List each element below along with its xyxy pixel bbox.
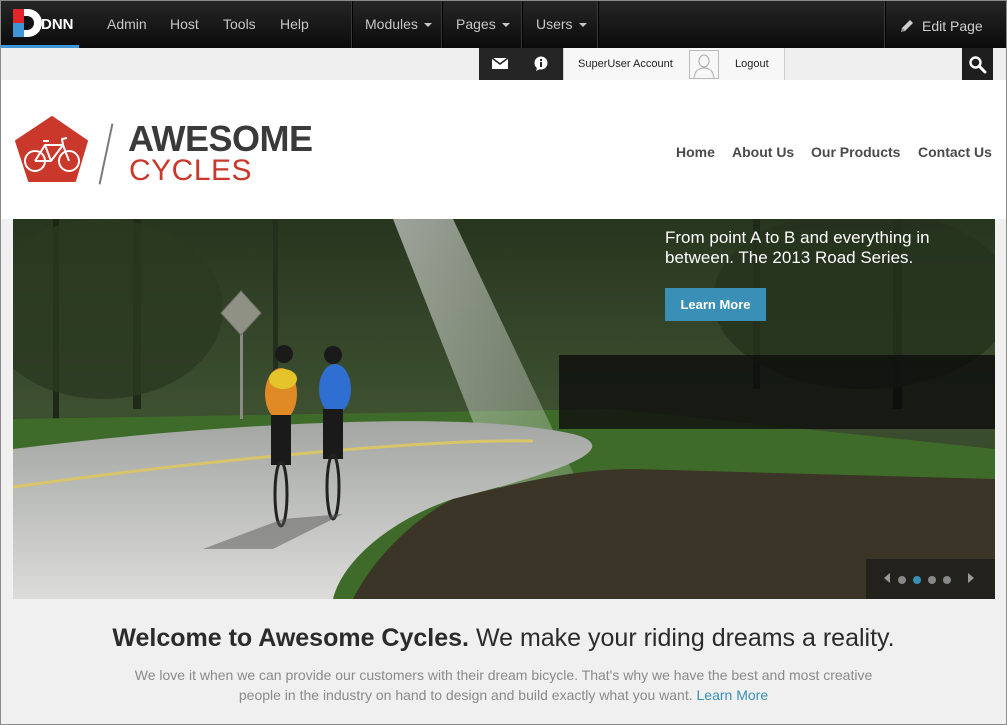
edit-page-label: Edit Page — [922, 18, 983, 34]
divider — [441, 1, 442, 48]
divider — [351, 1, 352, 48]
welcome-heading: Welcome to Awesome Cycles. We make your … — [1, 624, 1006, 653]
menu-modules[interactable]: Modules — [365, 1, 432, 48]
slide-dot-4[interactable] — [943, 576, 951, 584]
avatar[interactable] — [689, 50, 719, 79]
control-bar: DNN Admin Host Tools Help Modules Pages … — [1, 1, 1006, 48]
logout-link[interactable]: Logout — [735, 48, 769, 80]
chevron-left-icon[interactable] — [884, 573, 890, 583]
menu-users-label: Users — [536, 16, 573, 32]
welcome-learn-more-link[interactable]: Learn More — [697, 687, 769, 703]
dnn-logo[interactable]: DNN — [11, 7, 77, 43]
welcome-title-bold: Welcome to Awesome Cycles. — [112, 624, 469, 652]
menu-admin[interactable]: Admin — [107, 1, 147, 48]
menu-pages[interactable]: Pages — [456, 1, 510, 48]
messages-button[interactable] — [479, 48, 519, 80]
search-button[interactable] — [962, 48, 993, 80]
notifications-button[interactable] — [521, 48, 561, 80]
caption-title-box — [559, 355, 995, 429]
hero-title: OPEN ROADS AHEAD — [587, 152, 993, 196]
dnn-logo-text: DNN — [41, 16, 74, 33]
account-link[interactable]: SuperUser Account — [578, 48, 673, 80]
chevron-down-icon — [578, 23, 587, 28]
divider — [597, 1, 598, 48]
slide-dot-3[interactable] — [928, 576, 936, 584]
menu-modules-label: Modules — [365, 16, 418, 32]
menu-host[interactable]: Host — [170, 1, 199, 48]
notification-icon — [534, 56, 548, 71]
slider-pager — [866, 559, 995, 599]
user-icon — [693, 54, 715, 79]
divider — [521, 1, 522, 48]
slide-dot-1[interactable] — [898, 576, 906, 584]
logo-subtitle[interactable]: CYCLES — [129, 154, 252, 188]
dnn-logo-icon: DNN — [13, 9, 74, 37]
menu-users[interactable]: Users — [536, 1, 587, 48]
hero-text: From point A to B and everything in betw… — [665, 228, 930, 267]
hero-slider — [13, 219, 995, 599]
search-icon — [969, 56, 987, 74]
bicycle-logo-icon[interactable] — [13, 115, 91, 185]
chevron-right-icon[interactable] — [968, 573, 974, 583]
chevron-down-icon — [501, 23, 510, 28]
learn-more-button[interactable]: Learn More — [665, 288, 766, 321]
welcome-intro: We love it when we can provide our custo… — [121, 665, 886, 705]
welcome-title-rest: We make your riding dreams a reality. — [469, 624, 895, 652]
slide-dot-2[interactable] — [913, 576, 921, 584]
menu-help[interactable]: Help — [280, 1, 309, 48]
chevron-down-icon — [423, 23, 432, 28]
edit-page-button[interactable]: Edit Page — [885, 1, 1006, 48]
envelope-icon — [491, 57, 509, 69]
menu-tools[interactable]: Tools — [223, 1, 256, 48]
pencil-icon — [901, 20, 913, 32]
menu-pages-label: Pages — [456, 16, 496, 32]
